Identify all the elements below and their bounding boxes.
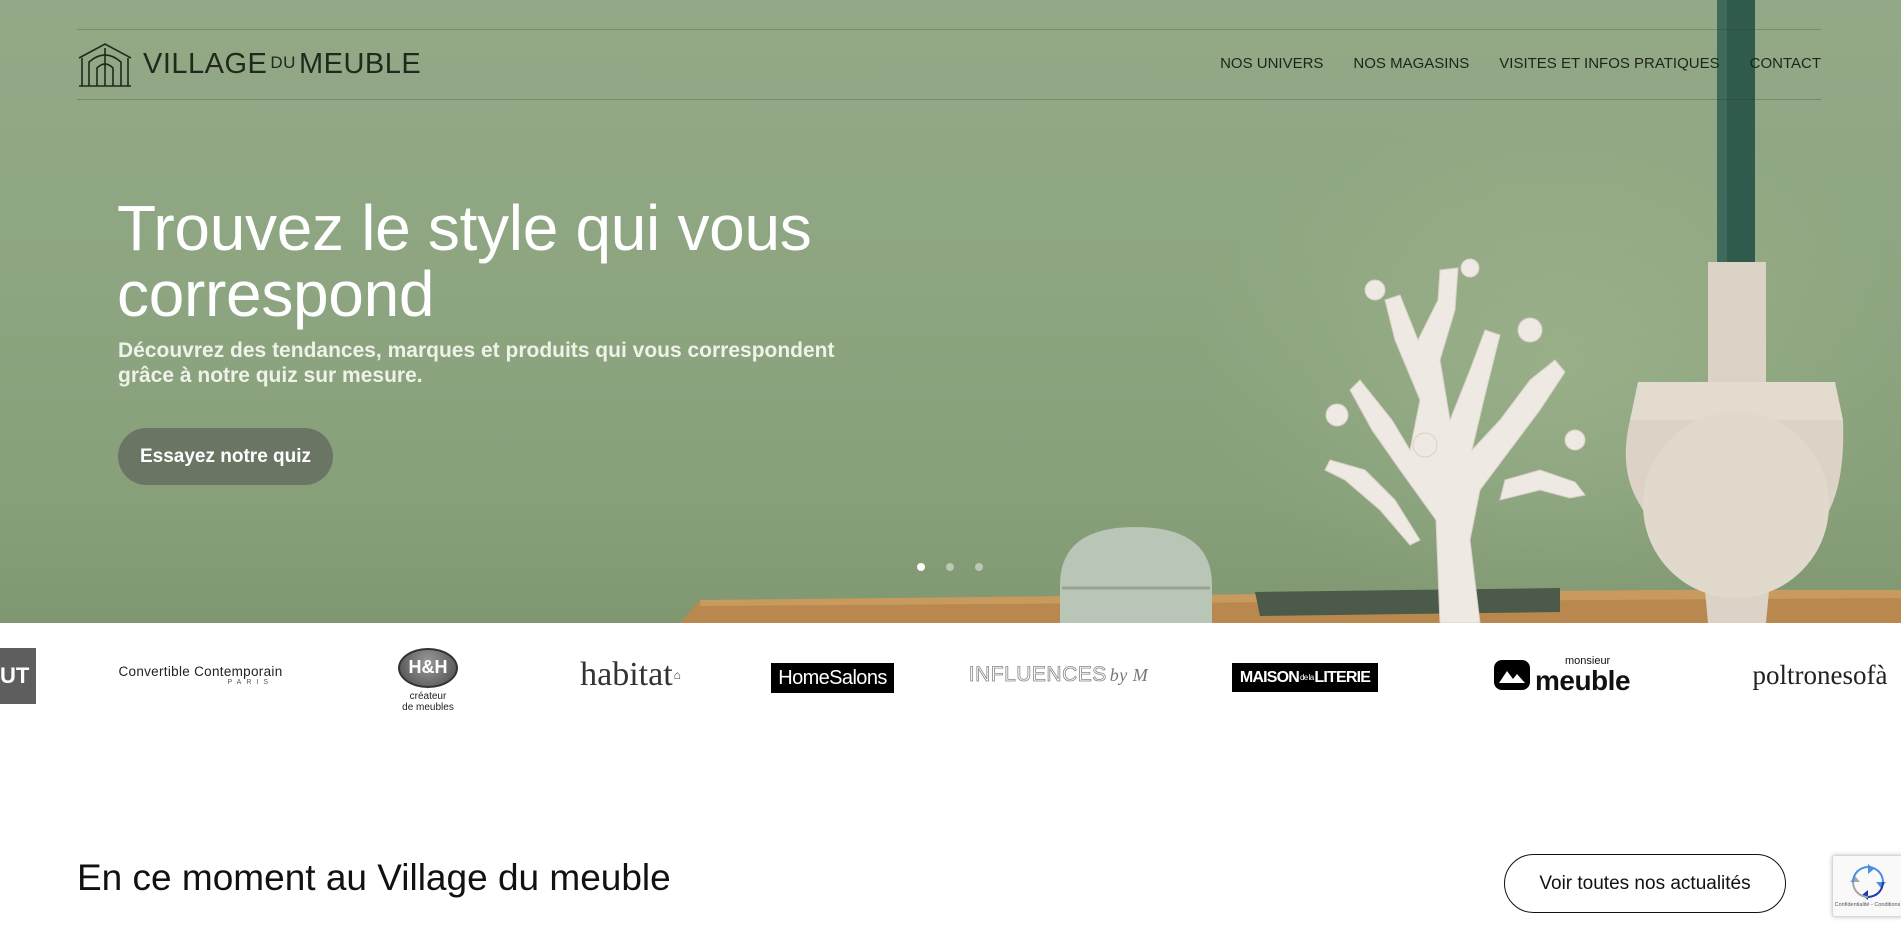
brand-logo-maison-de-la-literie[interactable]: MAISON de la LITERIE: [1232, 663, 1378, 692]
nav-link-nos-magasins[interactable]: NOS MAGASINS: [1353, 55, 1469, 72]
brand-poltronesofa-name: poltronesofà: [1752, 659, 1888, 690]
brand-logo-strip: UT Convertible Contemporain PARIS H&H cr…: [0, 623, 1901, 733]
brand-maison-word-2: de la: [1300, 673, 1314, 682]
header-divider-bottom: [77, 99, 1821, 100]
brand-convertible-city: PARIS: [227, 679, 273, 686]
brand-influences-by: by M: [1109, 664, 1149, 685]
logo-word-village: VILLAGE: [143, 47, 268, 80]
brand-influences-name: INFLUENCES: [968, 663, 1107, 687]
brand-hh-tagline: créateur de meubles: [402, 691, 454, 713]
brand-logo-influences[interactable]: INFLUENCES by M: [968, 645, 1147, 705]
main-navigation: NOS UNIVERS NOS MAGASINS VISITES ET INFO…: [1220, 55, 1821, 72]
header-divider-top: [77, 29, 1821, 30]
brand-homesalons-name: HomeSalons: [778, 666, 887, 689]
hero-title: Trouvez le style qui vous correspond: [117, 192, 812, 330]
brand-logo-poltronesofa[interactable]: poltronesofà: [1749, 645, 1891, 705]
carousel-dot-2[interactable]: [946, 563, 954, 571]
monsieur-meuble-icon: [1493, 660, 1530, 690]
brand-logo-habitat[interactable]: habitat ⌂: [568, 645, 693, 705]
recaptcha-badge[interactable]: Confidentialité - Conditions: [1832, 855, 1901, 917]
brand-logo-monsieur-meuble[interactable]: monsieur meuble: [1487, 645, 1637, 705]
habitat-house-icon: ⌂: [673, 667, 681, 682]
logo-word-du: DU: [270, 52, 296, 72]
logo-word-meuble: MEUBLE: [298, 47, 422, 80]
carousel-dot-3[interactable]: [975, 563, 983, 571]
recaptcha-icon: [1849, 864, 1886, 900]
carousel-pagination: [917, 563, 983, 571]
brand-logo-homesalons[interactable]: HomeSalons: [771, 663, 894, 693]
brand-partial-text: UT: [0, 663, 30, 688]
brand-habitat-name: habitat: [580, 656, 673, 693]
all-news-button[interactable]: Voir toutes nos actualités: [1504, 854, 1786, 913]
brand-maison-word-1: MAISON: [1239, 668, 1300, 686]
recaptcha-links[interactable]: Confidentialité - Conditions: [1835, 902, 1901, 908]
brand-logo-partial[interactable]: UT: [0, 648, 36, 704]
brand-hh-tagline-2: de meubles: [402, 701, 454, 713]
hero-subtitle: Découvrez des tendances, marques et prod…: [118, 339, 835, 387]
brand-hh-tagline-1: créateur: [409, 690, 447, 702]
quiz-cta-button[interactable]: Essayez notre quiz: [118, 428, 333, 485]
village-house-icon: [78, 43, 132, 87]
nav-link-nos-univers[interactable]: NOS UNIVERS: [1220, 55, 1323, 72]
site-logo[interactable]: VILLAGE DU MEUBLE: [77, 40, 421, 88]
news-section-title: En ce moment au Village du meuble: [77, 857, 671, 898]
brand-monsieur-words: monsieur meuble: [1534, 655, 1631, 696]
brand-logo-hh[interactable]: H&H créateur de meubles: [393, 645, 463, 715]
brand-monsieur-big: meuble: [1534, 664, 1631, 696]
carousel-dot-1[interactable]: [917, 563, 925, 571]
brand-logo-convertible-contemporain[interactable]: Convertible Contemporain PARIS: [118, 645, 283, 705]
nav-link-contact[interactable]: CONTACT: [1750, 55, 1821, 72]
brand-hh-badge: H&H: [398, 647, 458, 688]
logo-wordmark: VILLAGE DU MEUBLE: [143, 48, 421, 81]
nav-link-visites-infos[interactable]: VISITES ET INFOS PRATIQUES: [1499, 55, 1719, 72]
brand-maison-word-3: LITERIE: [1314, 668, 1371, 686]
brand-convertible-name: Convertible Contemporain: [118, 664, 283, 679]
hero-banner: VILLAGE DU MEUBLE NOS UNIVERS NOS MAGASINS…: [0, 0, 1901, 623]
